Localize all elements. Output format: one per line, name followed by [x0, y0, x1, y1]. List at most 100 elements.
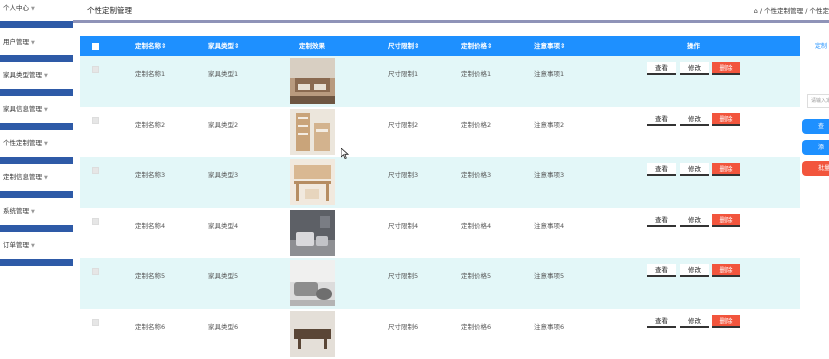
column-header[interactable]: 定制名称⇕: [135, 36, 166, 56]
sidebar-item-system[interactable]: 系统管理▼: [0, 203, 73, 220]
sidebar-item-label: 系统管理: [3, 207, 29, 215]
chevron-down-icon: ▼: [31, 40, 35, 46]
view-button[interactable]: 查看: [647, 315, 676, 328]
column-label: 家具类型: [208, 42, 234, 50]
row-checkbox[interactable]: [92, 167, 99, 174]
cell-size: 尺寸限制5: [388, 270, 418, 280]
sidebar-item-label: 家具信息管理: [3, 105, 42, 113]
sidebar-item-custom-info[interactable]: 定制信息管理▼: [0, 169, 73, 186]
breadcrumb-text[interactable]: / 个性定制管理 / 个性定: [760, 7, 829, 15]
row-checkbox[interactable]: [92, 218, 99, 225]
cell-size: 尺寸限制6: [388, 321, 418, 331]
cell-name: 定制名称2: [135, 119, 165, 129]
page-title: 个性定制管理: [87, 5, 132, 16]
table-row: 定制名称5 家具类型5 尺寸限制5 定制价格5 注意事项5 查看 修改 删除: [80, 258, 800, 309]
sidebar-divider: [0, 21, 73, 28]
select-all-checkbox[interactable]: [92, 43, 99, 50]
row-checkbox[interactable]: [92, 319, 99, 326]
cell-price: 定制价格5: [461, 270, 491, 280]
cell-type: 家具类型1: [208, 68, 238, 78]
cell-price: 定制价格6: [461, 321, 491, 331]
view-button[interactable]: 查看: [647, 264, 676, 277]
cell-name: 定制名称5: [135, 270, 165, 280]
sidebar-item-users[interactable]: 用户管理▼: [0, 34, 73, 51]
delete-button[interactable]: 删除: [712, 214, 740, 227]
sidebar-item-label: 定制信息管理: [3, 173, 42, 181]
sidebar-item-furniture-info[interactable]: 家具信息管理▼: [0, 101, 73, 118]
sort-icon: ⇕: [161, 42, 166, 50]
sidebar-divider: [0, 123, 73, 130]
view-button[interactable]: 查看: [647, 113, 676, 126]
view-button[interactable]: 查看: [647, 163, 676, 176]
sort-icon: ⇕: [560, 42, 565, 50]
column-header[interactable]: 家具类型⇕: [208, 36, 239, 56]
cell-price: 定制价格2: [461, 119, 491, 129]
furniture-image: [290, 260, 335, 306]
row-checkbox[interactable]: [92, 268, 99, 275]
view-button[interactable]: 查看: [647, 62, 676, 75]
search-input[interactable]: 请输入定: [807, 94, 829, 108]
sidebar-item-personal-center[interactable]: 个人中心▼: [0, 0, 73, 17]
furniture-image: [290, 311, 335, 357]
column-label: 定制价格: [461, 42, 487, 50]
home-icon[interactable]: ⌂: [754, 7, 758, 15]
sidebar-item-furniture-types[interactable]: 家具类型管理▼: [0, 67, 73, 84]
cell-name: 定制名称1: [135, 68, 165, 78]
table-row: 定制名称6 家具类型6 尺寸限制6 定制价格6 注意事项6 查看 修改 删除: [80, 309, 800, 359]
edit-button[interactable]: 修改: [680, 315, 709, 328]
cell-note: 注意事项4: [534, 220, 564, 230]
cell-size: 尺寸限制3: [388, 169, 418, 179]
sidebar: 个人中心▼ 用户管理▼ 家具类型管理▼ 家具信息管理▼ 个性定制管理▼ 定制信息…: [0, 0, 73, 349]
custom-table: 定制名称⇕ 家具类型⇕ 定制效果 尺寸限制⇕ 定制价格⇕ 注意事项⇕ 操作 定制…: [80, 36, 800, 359]
chevron-down-icon: ▼: [44, 175, 48, 181]
add-button[interactable]: 添: [802, 140, 829, 155]
delete-button[interactable]: 删除: [712, 315, 740, 328]
column-header[interactable]: 定制价格⇕: [461, 36, 492, 56]
table-header: 定制名称⇕ 家具类型⇕ 定制效果 尺寸限制⇕ 定制价格⇕ 注意事项⇕ 操作: [80, 36, 800, 56]
top-header: 个性定制管理 ⌂ / 个性定制管理 / 个性定: [73, 0, 829, 20]
sort-icon: ⇕: [234, 42, 239, 50]
sidebar-item-custom[interactable]: 个性定制管理▼: [0, 135, 73, 152]
chevron-down-icon: ▼: [31, 209, 35, 215]
edit-button[interactable]: 修改: [680, 113, 709, 126]
cell-type: 家具类型6: [208, 321, 238, 331]
sidebar-item-orders[interactable]: 订单管理▼: [0, 237, 73, 254]
row-checkbox[interactable]: [92, 66, 99, 73]
edit-button[interactable]: 修改: [680, 163, 709, 176]
delete-button[interactable]: 删除: [712, 163, 740, 176]
sidebar-divider: [0, 55, 73, 62]
header-divider: [73, 20, 829, 23]
delete-button[interactable]: 删除: [712, 264, 740, 277]
cell-size: 尺寸限制4: [388, 220, 418, 230]
cell-name: 定制名称6: [135, 321, 165, 331]
sidebar-item-label: 订单管理: [3, 241, 29, 249]
cell-price: 定制价格4: [461, 220, 491, 230]
search-button[interactable]: 查: [802, 119, 829, 134]
cell-name: 定制名称4: [135, 220, 165, 230]
cell-type: 家具类型4: [208, 220, 238, 230]
cell-note: 注意事项2: [534, 119, 564, 129]
cell-note: 注意事项6: [534, 321, 564, 331]
table-row: 定制名称3 家具类型3 尺寸限制3 定制价格3 注意事项3 查看 修改 删除: [80, 157, 800, 208]
delete-button[interactable]: 删除: [712, 62, 740, 75]
furniture-image: [290, 210, 335, 256]
mouse-cursor-icon: [341, 148, 349, 159]
delete-button[interactable]: 删除: [712, 113, 740, 126]
column-header[interactable]: 尺寸限制⇕: [388, 36, 419, 56]
cell-name: 定制名称3: [135, 169, 165, 179]
sidebar-divider: [0, 259, 73, 266]
column-header[interactable]: 注意事项⇕: [534, 36, 565, 56]
edit-button[interactable]: 修改: [680, 62, 709, 75]
chevron-down-icon: ▼: [31, 243, 35, 249]
view-button[interactable]: 查看: [647, 214, 676, 227]
edit-button[interactable]: 修改: [680, 264, 709, 277]
edit-button[interactable]: 修改: [680, 214, 709, 227]
column-header: 操作: [687, 36, 700, 56]
sort-icon: ⇕: [414, 42, 419, 50]
row-checkbox[interactable]: [92, 117, 99, 124]
batch-delete-button[interactable]: 批量: [802, 161, 829, 176]
cell-price: 定制价格1: [461, 68, 491, 78]
cell-note: 注意事项1: [534, 68, 564, 78]
cell-type: 家具类型5: [208, 270, 238, 280]
search-panel-label: 定制: [815, 41, 827, 50]
